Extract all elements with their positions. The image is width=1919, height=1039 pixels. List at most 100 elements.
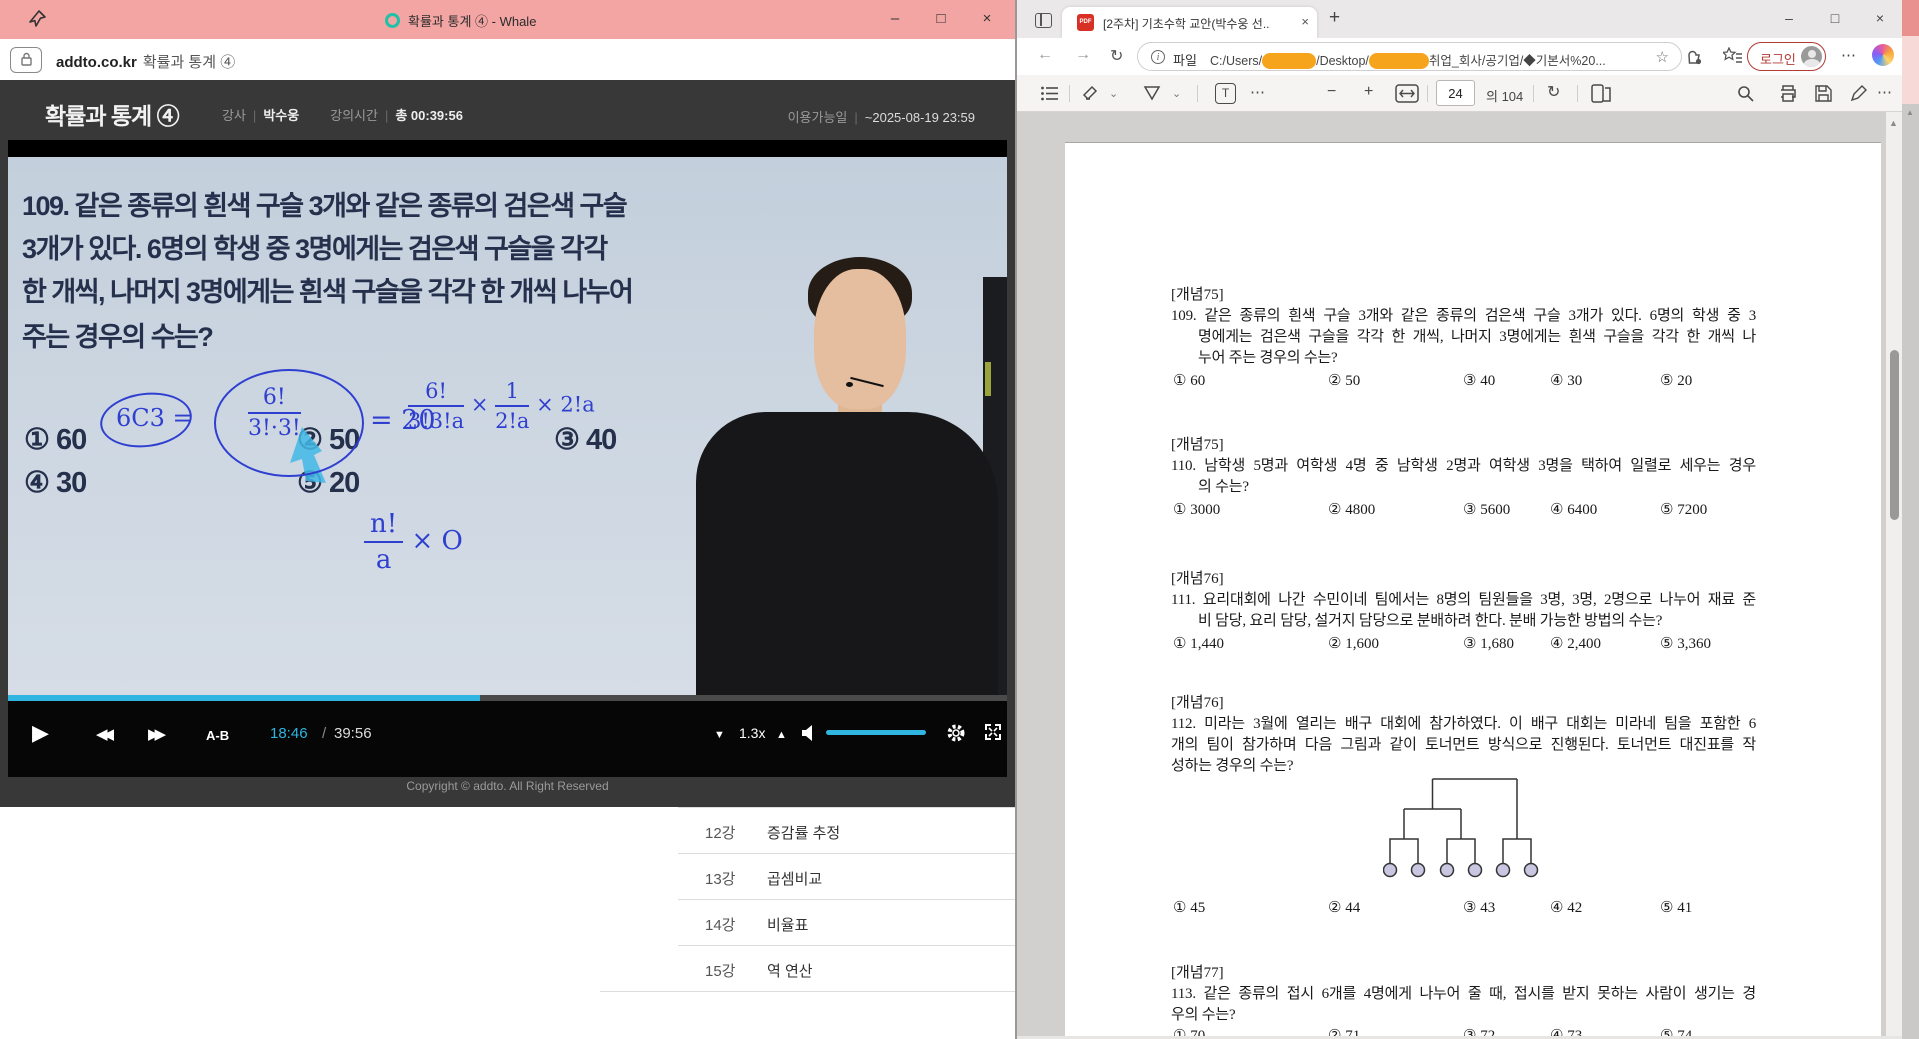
stage-accent <box>985 362 991 396</box>
path-segment: C:/Users/ <box>1210 54 1262 68</box>
tab-actions-icon[interactable] <box>1035 13 1052 28</box>
answer-option: ② 1,600 <box>1328 634 1379 653</box>
forward-button[interactable]: → <box>1075 46 1091 64</box>
answer-option: ⑤ 3,360 <box>1660 634 1711 653</box>
url-display[interactable]: addto.co.kr확률과 통계 ④ <box>56 51 235 72</box>
active-tab[interactable]: PDF [2주차] 기초수학 교안(박수웅 선.. × <box>1062 7 1317 38</box>
rotate-icon[interactable]: ↻ <box>1547 82 1560 102</box>
chevron-down-icon[interactable]: ⌄ <box>1172 87 1181 100</box>
minimize-button[interactable]: – <box>1772 4 1806 32</box>
login-button[interactable]: 로그인 <box>1747 42 1826 71</box>
maximize-button[interactable]: □ <box>1818 4 1852 32</box>
speed-up-button[interactable]: ▲ <box>776 729 787 741</box>
answer-option: ⑤ 7200 <box>1660 500 1707 519</box>
meta-separator: | <box>847 110 864 125</box>
pen-icon[interactable] <box>1143 85 1161 103</box>
list-item[interactable]: 15강 역 연산 <box>678 945 1015 991</box>
answer-option: ③ 1,680 <box>1463 634 1514 653</box>
zoom-in-icon[interactable]: + <box>1364 83 1373 101</box>
problem-line: 우의 수는? <box>1171 1003 1756 1024</box>
settings-gear-icon[interactable] <box>946 723 966 743</box>
redaction-blob <box>1369 53 1429 69</box>
volume-icon[interactable] <box>801 725 817 741</box>
whale-title-bar: 확률과 통계 ④ - Whale – □ × <box>0 0 1015 39</box>
fraction-numerator: 6! <box>408 379 464 407</box>
scrollbar[interactable]: ▲ <box>1886 112 1902 1036</box>
instructor-label: 강사 <box>222 108 246 123</box>
list-divider <box>600 991 1015 992</box>
maximize-button[interactable]: □ <box>926 6 956 32</box>
address-bar[interactable]: i 파일 C:/Users//Desktop/취업_회사/공기업/◆기본서%20… <box>1137 42 1682 71</box>
search-icon[interactable] <box>1737 85 1754 102</box>
login-label: 로그인 <box>1760 49 1796 68</box>
extensions-icon[interactable] <box>1685 47 1704 66</box>
favorites-bar-icon[interactable] <box>1723 47 1743 66</box>
list-item[interactable]: 12강 증감률 추정 <box>678 807 1015 853</box>
lecture-slide: 109. 같은 종류의 흰색 구슬 3개와 같은 종류의 검은색 구슬 3개가 … <box>8 157 1007 697</box>
problem-line: 성하는 경우의 수는? <box>1171 754 1756 775</box>
settings-menu-icon[interactable]: ⋯ <box>1841 46 1856 64</box>
add-text-icon[interactable]: T <box>1215 83 1236 104</box>
lecture-page-body: 확률과 통계 ④ 강사|박수웅 강의시간|총 00:39:56 이용가능일|~2… <box>0 80 1015 807</box>
save-icon[interactable] <box>1815 85 1832 102</box>
fullscreen-icon[interactable] <box>984 723 1002 741</box>
back-button[interactable]: ← <box>1037 46 1053 64</box>
lock-icon[interactable] <box>10 47 42 73</box>
ab-repeat-button[interactable]: A-B <box>206 728 229 743</box>
whale-address-bar: addto.co.kr확률과 통계 ④ <box>0 39 1015 80</box>
video-player[interactable]: 109. 같은 종류의 흰색 구슬 3개와 같은 종류의 검은색 구슬 3개가 … <box>8 140 1007 777</box>
answer-option: ⑤ 41 <box>1660 898 1692 917</box>
answer-option: ① 1,440 <box>1173 634 1224 653</box>
more-options-icon[interactable]: ⋯ <box>1877 83 1892 101</box>
answer-option: ① 45 <box>1173 898 1205 917</box>
minimize-button[interactable]: – <box>880 6 910 32</box>
times-sign: × O <box>411 526 462 556</box>
list-item[interactable]: 13강 곱셈비교 <box>678 853 1015 899</box>
chevron-down-icon[interactable]: ⌄ <box>1109 87 1118 100</box>
whale-browser-window: 확률과 통계 ④ - Whale – □ × addto.co.kr확률과 통계… <box>0 0 1015 1039</box>
toolbar-divider <box>1427 85 1428 102</box>
meta-separator: | <box>378 108 395 123</box>
zoom-out-icon[interactable]: − <box>1327 83 1336 101</box>
rewind-button[interactable]: ◀◀ <box>96 725 109 743</box>
more-tools-icon[interactable]: ⋯ <box>1250 83 1265 101</box>
list-item[interactable]: 14강 비율표 <box>678 899 1015 945</box>
answer-option: ④ 73 <box>1550 1026 1582 1036</box>
page-view-icon[interactable] <box>1591 84 1611 103</box>
tournament-bracket-diagram <box>1383 775 1548 883</box>
highlighter-icon[interactable] <box>1081 85 1099 103</box>
copilot-icon[interactable] <box>1872 44 1894 66</box>
tab-close-icon[interactable]: × <box>1301 14 1309 29</box>
slide-problem-line: 주는 경우의 수는? <box>22 315 702 354</box>
scrollbar-thumb[interactable] <box>1890 350 1899 520</box>
video-control-bar: ▶ ◀◀ ▶▶ A-B 18:46 / 39:56 ▼ 1.3x ▲ <box>8 701 1007 777</box>
draw-icon[interactable] <box>1850 85 1868 102</box>
answer-option: ④ 6400 <box>1550 500 1597 519</box>
refresh-button[interactable]: ↻ <box>1110 46 1123 66</box>
fast-forward-button[interactable]: ▶▶ <box>148 725 161 743</box>
fit-to-width-icon[interactable] <box>1395 84 1419 103</box>
volume-slider[interactable] <box>826 730 926 735</box>
fraction-denominator: 2!a <box>495 407 529 433</box>
speed-down-button[interactable]: ▼ <box>714 729 725 741</box>
close-button[interactable]: × <box>1863 4 1897 32</box>
time-separator: / <box>322 725 326 742</box>
table-of-contents-icon[interactable] <box>1041 86 1059 101</box>
problem-line: 113. 같은 종류의 접시 6개를 4명에게 나누어 줄 때, 접시를 받지 … <box>1171 982 1756 1003</box>
new-tab-button[interactable]: + <box>1329 7 1340 29</box>
info-icon[interactable]: i <box>1151 50 1165 64</box>
playback-speed[interactable]: 1.3x <box>739 725 765 741</box>
scroll-up-icon[interactable]: ▲ <box>1889 118 1898 128</box>
answer-option: ④ 30 <box>1550 371 1582 390</box>
scroll-up-icon: ▲ <box>1906 108 1914 117</box>
answer-option: ⑤ 20 <box>1660 371 1692 390</box>
close-button[interactable]: × <box>972 6 1002 32</box>
answer-option: ① 70 <box>1173 1026 1205 1036</box>
pin-icon[interactable] <box>27 9 47 29</box>
play-button[interactable]: ▶ <box>32 720 49 746</box>
answer-option: ① 60 <box>1173 371 1205 390</box>
avatar <box>1801 46 1822 67</box>
page-number-input[interactable]: 24 <box>1436 80 1475 106</box>
print-icon[interactable] <box>1779 85 1797 102</box>
favorite-star-icon[interactable]: ☆ <box>1656 48 1669 66</box>
